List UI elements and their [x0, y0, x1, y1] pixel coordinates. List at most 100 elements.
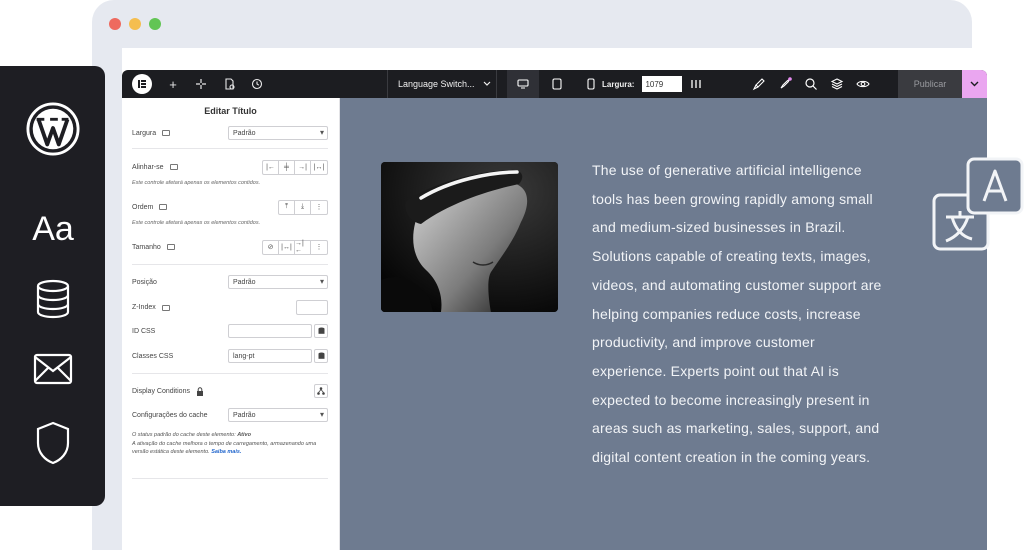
ordem-row: Ordem ⤒ ⤓ ⋮ [132, 199, 328, 215]
alignment-buttons: |← ╪ →| |↔| [262, 159, 328, 175]
page-settings-icon[interactable] [222, 77, 236, 91]
size-shrink-icon[interactable]: →|← [295, 240, 311, 254]
alinhar-note: Este controle afetará apenas os elemento… [132, 180, 261, 186]
editor-app: + Language Switch... Largura: 1079 Publi… [122, 70, 987, 550]
preview-eye-icon[interactable] [856, 77, 870, 91]
zindex-row: Z-Index [132, 300, 328, 315]
navigator-icon[interactable] [194, 77, 208, 91]
idcss-row: ID CSS [132, 324, 328, 338]
responsive-monitor-icon[interactable] [159, 204, 168, 210]
size-none-icon[interactable]: ⊘ [263, 240, 279, 254]
panel-title: Editar Título [204, 106, 257, 116]
structure-layers-icon[interactable] [830, 77, 844, 91]
publish-options-button[interactable] [962, 70, 987, 98]
vr-headset-woman-image[interactable] [381, 162, 558, 312]
largura-row: Largura Padrão [132, 126, 328, 140]
chevron-down-icon [970, 81, 979, 87]
classes-row: Classes CSS lang-pt [132, 349, 328, 363]
cache-note-text: O status padrão do cache deste elemento: [132, 432, 238, 438]
zindex-input[interactable] [296, 300, 328, 315]
divider [132, 478, 328, 479]
order-buttons: ⤒ ⤓ ⋮ [278, 199, 328, 215]
order-more-icon[interactable]: ⋮ [311, 201, 327, 214]
idcss-input[interactable] [228, 324, 312, 338]
posicao-select[interactable]: Padrão [228, 275, 328, 289]
ordem-note: Este controle afetará apenas os elemento… [132, 220, 261, 226]
align-stretch-icon[interactable]: |↔| [311, 161, 327, 174]
divider [132, 373, 328, 374]
display-label-wrap: Display Conditions [132, 386, 204, 396]
align-start-icon[interactable]: |← [263, 160, 279, 174]
cache-select[interactable]: Padrão [228, 408, 328, 422]
order-last-icon[interactable]: ⤓ [295, 200, 311, 214]
cache-status: Ativo [237, 432, 251, 438]
typography-icon[interactable]: Aa [26, 202, 80, 256]
cache-value: Padrão [233, 411, 256, 419]
width-input[interactable] [642, 76, 683, 92]
responsive-monitor-icon[interactable] [166, 244, 175, 250]
display-conditions-row: Display Conditions [132, 384, 328, 398]
add-element-icon[interactable]: + [166, 77, 180, 92]
search-icon[interactable] [804, 77, 818, 91]
largura-label-wrap: Largura [132, 129, 171, 137]
brush-icon[interactable] [752, 77, 766, 91]
mail-icon[interactable] [26, 342, 80, 396]
wordpress-icon[interactable] [26, 102, 80, 156]
dynamic-tags-icon[interactable] [314, 324, 328, 338]
classes-input[interactable]: lang-pt [228, 349, 312, 363]
align-center-icon[interactable]: ╪ [279, 160, 295, 174]
posicao-value: Padrão [233, 278, 256, 286]
cache-row: Configurações do cache Padrão [132, 408, 328, 422]
responsive-monitor-icon[interactable] [161, 304, 170, 311]
classes-label: Classes CSS [132, 352, 174, 360]
cache-note: O status padrão do cache deste elemento:… [132, 431, 330, 457]
lock-icon [196, 386, 203, 396]
tamanho-label-wrap: Tamanho [132, 244, 175, 251]
device-switcher [507, 70, 607, 98]
language-switcher-dropdown[interactable]: Language Switch... [387, 70, 497, 98]
wp-sidebar: Aa [0, 66, 105, 506]
divider [132, 148, 328, 149]
alinhar-label: Alinhar-se [132, 163, 164, 171]
desktop-view-icon[interactable] [507, 70, 539, 98]
largura-value: Padrão [233, 129, 256, 137]
notifications-rocket-icon[interactable] [778, 77, 792, 91]
translate-icon [930, 155, 1024, 251]
tamanho-row: Tamanho ⊘ |↔| →|← ⋮ [132, 239, 328, 255]
display-conditions-button[interactable] [314, 384, 328, 398]
database-icon[interactable] [26, 272, 80, 326]
minimize-window-button[interactable] [129, 18, 141, 30]
posicao-label: Posição [132, 278, 157, 286]
tamanho-label: Tamanho [132, 243, 161, 251]
dynamic-tags-icon[interactable] [314, 349, 328, 363]
alinhar-row: Alinhar-se |← ╪ →| |↔| [132, 159, 328, 175]
window-controls [109, 18, 161, 30]
divider [132, 264, 328, 265]
elementor-logo-icon[interactable] [132, 74, 152, 94]
order-first-icon[interactable]: ⤒ [279, 200, 295, 214]
largura-label: Largura [132, 129, 157, 137]
maximize-window-button[interactable] [149, 18, 161, 30]
preview-canvas: The use of generative artificial intelli… [340, 98, 987, 550]
breakpoints-icon[interactable] [690, 79, 702, 89]
stage: Aa + Language Switch... Largura: 1079 Pu… [0, 0, 1024, 550]
history-icon[interactable] [250, 77, 264, 91]
responsive-monitor-icon[interactable] [162, 130, 171, 136]
size-more-icon[interactable]: ⋮ [311, 241, 327, 254]
learn-more-link[interactable]: Saiba mais. [211, 449, 241, 455]
largura-select[interactable]: Padrão [228, 126, 328, 140]
size-grow-icon[interactable]: |↔| [279, 240, 295, 254]
zindex-label-wrap: Z-Index [132, 304, 170, 311]
close-window-button[interactable] [109, 18, 121, 30]
alinhar-label-wrap: Alinhar-se [132, 164, 178, 171]
language-switcher-label: Language Switch... [398, 79, 475, 89]
responsive-monitor-icon[interactable] [169, 164, 178, 170]
hierarchy-icon [317, 387, 325, 395]
shield-icon[interactable] [26, 416, 80, 470]
ordem-label-wrap: Ordem [132, 204, 168, 211]
posicao-row: Posição Padrão [132, 275, 328, 289]
width-control: Largura: [602, 70, 702, 98]
tablet-view-icon[interactable] [541, 70, 573, 98]
publish-button[interactable]: Publicar [898, 70, 962, 98]
align-end-icon[interactable]: →| [295, 160, 311, 174]
